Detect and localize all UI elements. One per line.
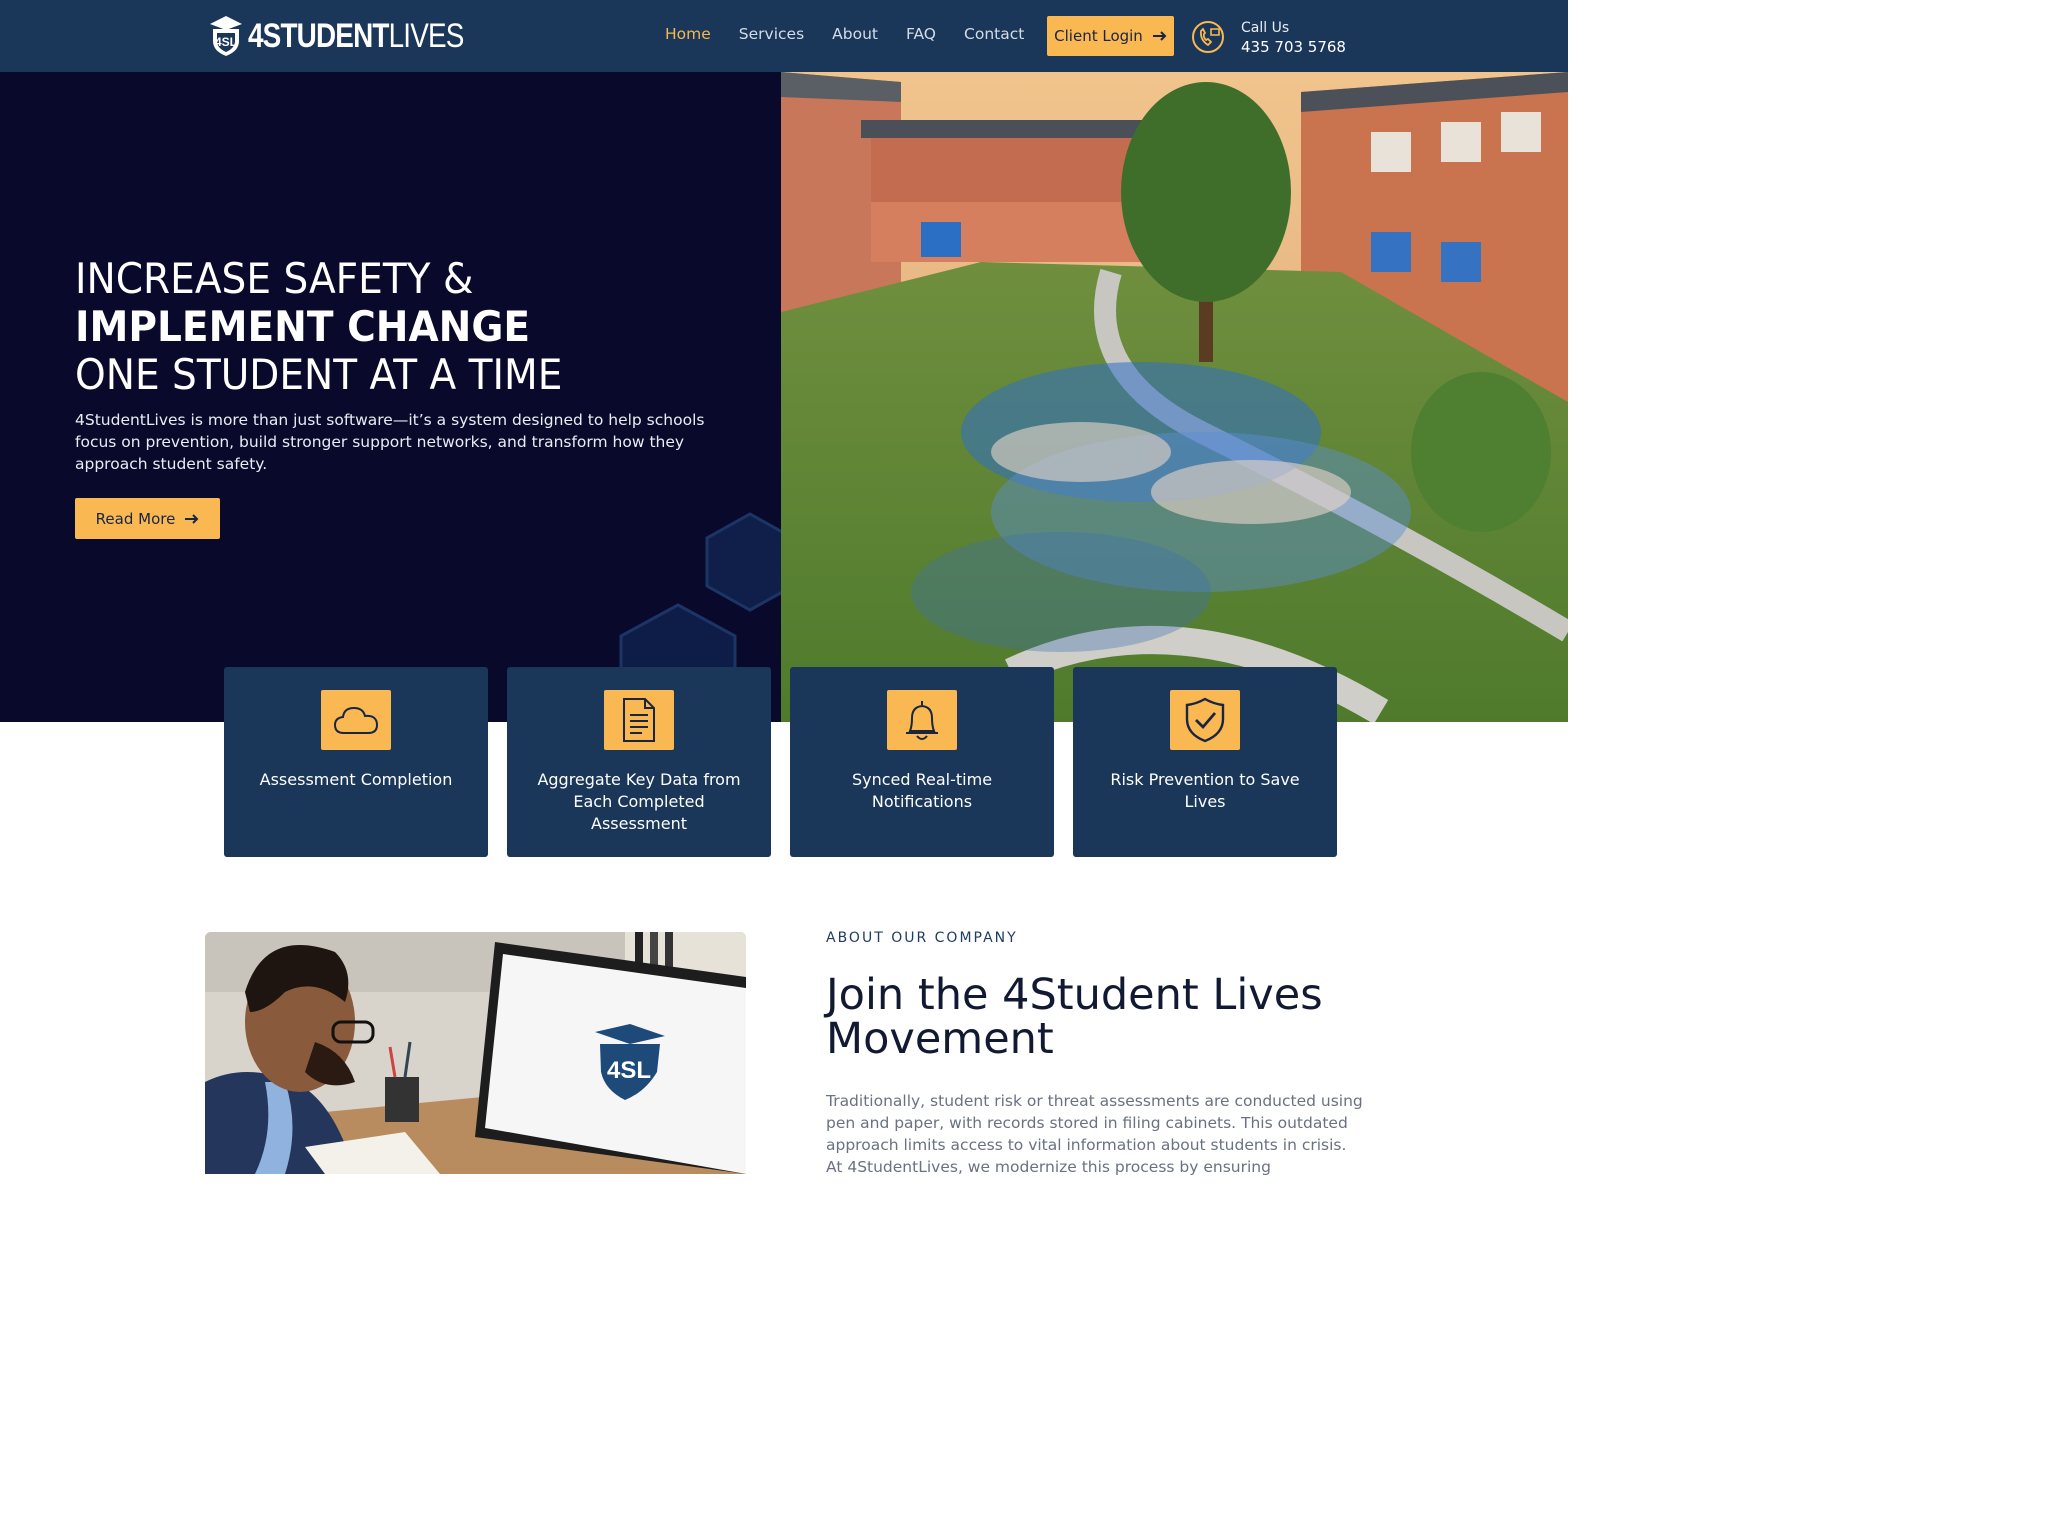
hero-image bbox=[781, 72, 1568, 722]
shield-logo-icon: 4SL bbox=[210, 16, 242, 56]
read-more-label: Read More bbox=[95, 509, 176, 528]
read-more-button[interactable]: Read More bbox=[75, 498, 220, 539]
phone-number[interactable]: 435 703 5768 bbox=[1241, 38, 1346, 56]
feature-icon-box bbox=[321, 690, 391, 750]
hero-line-1: INCREASE SAFETY & bbox=[75, 254, 474, 303]
hero-subtitle: 4StudentLives is more than just software… bbox=[75, 411, 705, 473]
hexagon-decoration bbox=[705, 512, 781, 612]
about-body: Traditionally, student risk or threat as… bbox=[826, 1092, 1363, 1176]
man-at-computer-image: 4SL bbox=[205, 932, 746, 1174]
arrow-right-icon bbox=[1152, 31, 1167, 41]
feature-label: Assessment Completion bbox=[259, 770, 453, 789]
feature-icon-box bbox=[604, 690, 674, 750]
cloud-icon bbox=[333, 706, 379, 734]
nav-contact[interactable]: Contact bbox=[964, 25, 1024, 43]
feature-icon-box bbox=[887, 690, 957, 750]
svg-text:4SL: 4SL bbox=[607, 1057, 651, 1084]
call-us-label: Call Us bbox=[1241, 20, 1290, 36]
document-icon bbox=[623, 698, 655, 742]
shield-check-icon bbox=[1185, 697, 1225, 743]
feature-card-notifications[interactable]: Synced Real-time Notifications bbox=[790, 667, 1054, 857]
logo-wordmark: 4STUDENTLIVES bbox=[248, 16, 464, 55]
about-image: 4SL bbox=[205, 932, 746, 1174]
about-kicker: ABOUT OUR COMPANY bbox=[826, 930, 1018, 946]
nav-services[interactable]: Services bbox=[739, 25, 804, 43]
bell-icon bbox=[906, 701, 938, 740]
feature-cards: Assessment Completion Aggregate Key Data… bbox=[224, 667, 1337, 857]
site-header: 4SL 4STUDENTLIVES Home Services About FA… bbox=[0, 0, 1568, 72]
hero-line-2: IMPLEMENT CHANGE bbox=[75, 302, 531, 351]
feature-label: Synced Real-time Notifications bbox=[851, 770, 993, 811]
client-login-button[interactable]: Client Login bbox=[1047, 16, 1174, 56]
svg-text:4SL: 4SL bbox=[215, 35, 237, 49]
hero-panel: INCREASE SAFETY & IMPLEMENT CHANGE ONE S… bbox=[0, 72, 781, 722]
feature-card-risk[interactable]: Risk Prevention to Save Lives bbox=[1073, 667, 1337, 857]
arrow-right-icon bbox=[185, 513, 199, 524]
nav-faq[interactable]: FAQ bbox=[906, 25, 936, 43]
nav-about[interactable]: About bbox=[832, 25, 878, 43]
school-courtyard-image bbox=[781, 72, 1568, 722]
feature-card-assessment[interactable]: Assessment Completion bbox=[224, 667, 488, 857]
hero-heading: INCREASE SAFETY & IMPLEMENT CHANGE ONE S… bbox=[75, 255, 599, 399]
site-logo[interactable]: 4SL 4STUDENTLIVES bbox=[208, 14, 511, 58]
feature-icon-box bbox=[1170, 690, 1240, 750]
about-title: Join the 4Student Lives Movement bbox=[826, 970, 1323, 1064]
feature-label: Aggregate Key Data from Each Completed A… bbox=[537, 770, 741, 833]
feature-card-aggregate[interactable]: Aggregate Key Data from Each Completed A… bbox=[507, 667, 771, 857]
feature-label: Risk Prevention to Save Lives bbox=[1110, 770, 1300, 811]
phone-icon bbox=[1192, 21, 1224, 53]
main-nav: Home Services About FAQ Contact bbox=[665, 25, 1052, 43]
call-us-block[interactable]: Call Us 435 703 5768 bbox=[1241, 20, 1346, 56]
client-login-label: Client Login bbox=[1054, 27, 1143, 45]
hero-line-3: ONE STUDENT AT A TIME bbox=[75, 350, 563, 399]
nav-home[interactable]: Home bbox=[665, 25, 711, 43]
